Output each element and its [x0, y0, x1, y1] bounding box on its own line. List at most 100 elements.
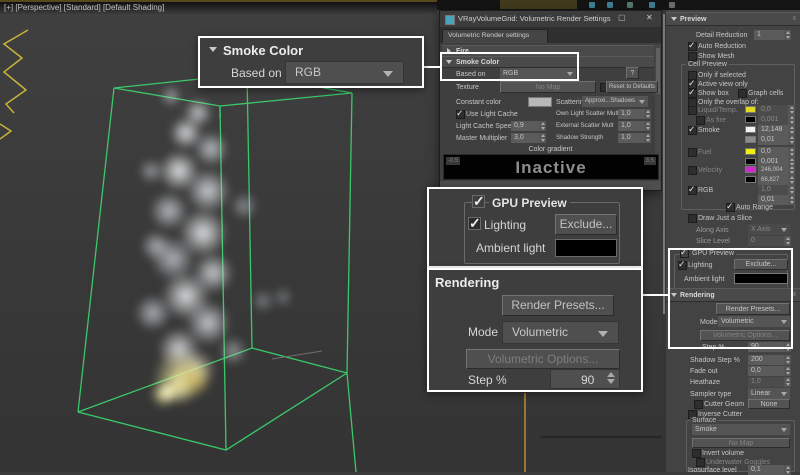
velocity-spinner-2[interactable] [788, 175, 795, 185]
light-cache-speedup-field[interactable]: 0,9 [511, 121, 539, 131]
reset-to-defaults-button[interactable]: Reset to Defaults [606, 81, 658, 93]
surface-no-map-button[interactable]: No Map [692, 438, 790, 448]
viewport-label[interactable]: [+] [Perspective] [Standard] [Default Sh… [4, 4, 164, 12]
rollout-preview[interactable]: Preview ≡ [666, 12, 800, 26]
rollout-rendering[interactable]: Rendering ≡ [666, 288, 800, 302]
color-gradient-bar[interactable]: -0.5 3.5 Inactive [443, 154, 659, 180]
constant-color-swatch[interactable] [528, 97, 552, 107]
sampler-type-dropdown[interactable]: Linear [748, 388, 790, 399]
external-scatter-spinner[interactable] [644, 121, 651, 131]
fuel-field[interactable]: 0,0 [758, 147, 788, 157]
shadow-strength-spinner[interactable] [644, 133, 651, 143]
help-button[interactable]: ? [626, 67, 639, 79]
light-cache-speedup-spinner[interactable] [539, 121, 546, 131]
rgb-spinner[interactable] [788, 185, 795, 195]
as-fire-swatch[interactable] [745, 116, 756, 123]
fuel-swatch-2[interactable] [745, 158, 756, 165]
own-light-scatter-field[interactable]: 1,0 [618, 109, 644, 119]
auto-range-checkbox[interactable] [726, 201, 735, 212]
toolbar-icon[interactable] [589, 2, 595, 8]
liquid-temp-checkbox[interactable] [688, 106, 697, 115]
panel-scrollbar-thumb[interactable] [663, 14, 665, 314]
texture-no-map-button[interactable]: No Map [500, 81, 596, 93]
slice-level-field[interactable]: 0 [748, 236, 784, 246]
scattering-dropdown[interactable]: Approxi...Shadows [582, 96, 648, 107]
exclude-button[interactable]: Exclude... [734, 259, 788, 270]
smoke-field[interactable]: 12,148 [758, 125, 788, 135]
step-callout-spinner[interactable] [607, 372, 615, 384]
smoke-spinner-2[interactable] [788, 135, 795, 145]
velocity-swatch[interactable] [745, 166, 756, 173]
isosurface-level-spinner[interactable] [784, 465, 791, 475]
rollout-smoke-color[interactable]: Smoke Color [442, 56, 654, 68]
shadow-step-spinner[interactable] [784, 355, 791, 365]
ambient-light-swatch[interactable] [734, 273, 788, 284]
master-multiplier-field[interactable]: 3,0 [511, 133, 539, 143]
velocity-swatch-2[interactable] [745, 176, 756, 183]
underwater-goggles-checkbox[interactable] [696, 458, 705, 467]
toolbar-icon[interactable] [627, 2, 633, 8]
rgb-checkbox[interactable] [688, 184, 697, 195]
heathaze-spinner[interactable] [784, 377, 791, 387]
close-icon[interactable]: ✕ [646, 14, 653, 22]
along-axis-dropdown[interactable]: X Axis [748, 224, 790, 235]
surface-dropdown[interactable]: Smoke [692, 424, 790, 435]
velocity-field[interactable]: 246,004 [758, 165, 788, 175]
heathaze-field[interactable]: 1,0 [748, 377, 784, 387]
detail-reduction-field[interactable]: 1 [754, 30, 784, 40]
exclude-callout-button[interactable]: Exclude... [555, 214, 617, 235]
cutter-geom-checkbox[interactable] [694, 400, 703, 409]
velocity-spinner[interactable] [788, 165, 795, 175]
own-light-scatter-spinner[interactable] [644, 109, 651, 119]
fuel-checkbox[interactable] [688, 148, 697, 157]
toolbar-icon[interactable] [607, 2, 613, 8]
mode-callout-dropdown[interactable]: Volumetric [502, 321, 619, 344]
smoke-swatch[interactable] [745, 126, 756, 133]
shadow-step-field[interactable]: 200 [748, 355, 784, 365]
shadow-strength-field[interactable]: 1,0 [618, 133, 644, 143]
volumetric-options-button[interactable]: Volumetric Options... [700, 330, 790, 341]
rgb-spinner-2[interactable] [788, 195, 795, 205]
master-multiplier-spinner[interactable] [539, 133, 546, 143]
as-fire-spinner[interactable] [788, 115, 795, 125]
fuel-swatch[interactable] [745, 148, 756, 155]
rgb-field[interactable]: 1,0 [758, 185, 788, 195]
step-spinner[interactable] [784, 342, 791, 352]
toolbar-icon[interactable] [669, 2, 675, 8]
rollout-menu-icon[interactable]: ≡ [792, 292, 796, 298]
invert-volume-checkbox[interactable] [692, 449, 701, 458]
show-mesh-checkbox[interactable] [688, 52, 697, 61]
rollout-menu-icon[interactable]: ≡ [792, 16, 796, 22]
liquid-temp-spinner[interactable] [788, 105, 795, 115]
graph-cells-checkbox[interactable] [738, 89, 747, 98]
maximize-icon[interactable]: ▢ [618, 14, 626, 22]
based-on-dropdown[interactable]: RGB [500, 68, 576, 79]
lighting-callout-checkbox[interactable] [468, 215, 481, 232]
detail-reduction-spinner[interactable] [784, 30, 791, 40]
velocity-checkbox[interactable] [688, 166, 697, 175]
dialog-titlebar[interactable]: VRayVolumeGrid: Volumetric Render Settin… [440, 11, 661, 28]
render-presets-button[interactable]: Render Presets... [716, 303, 790, 315]
step-callout-field[interactable]: 90 [550, 369, 620, 389]
volumetric-options-callout-button[interactable]: Volumetric Options... [466, 349, 620, 369]
use-light-cache-checkbox[interactable] [456, 108, 465, 119]
as-fire-field[interactable]: 0,001 [758, 115, 788, 125]
step-field[interactable]: 90 [748, 342, 784, 352]
show-box-checkbox[interactable] [688, 87, 697, 98]
render-presets-callout-button[interactable]: Render Presets... [502, 295, 614, 316]
fade-out-field[interactable]: 0,0 [748, 366, 784, 376]
liquid-temp-field[interactable]: 0,0 [758, 105, 788, 115]
fade-out-spinner[interactable] [784, 366, 791, 376]
auto-reduction-checkbox[interactable] [688, 40, 697, 51]
smoke-checkbox[interactable] [688, 124, 697, 135]
ambient-light-callout-swatch[interactable] [555, 239, 617, 257]
lighting-checkbox[interactable] [678, 259, 687, 270]
isosurface-level-field[interactable]: 0,1 [748, 465, 784, 475]
mode-dropdown[interactable]: Volumetric [718, 316, 790, 327]
gpu-preview-callout-checkbox[interactable] [472, 193, 485, 210]
minimize-icon[interactable]: – [588, 14, 593, 23]
smoke-field-2[interactable]: 0,01 [758, 135, 788, 145]
draw-slice-checkbox[interactable] [688, 214, 697, 223]
tab-volumetric-render-settings[interactable]: Volumetric Render settings [442, 29, 548, 43]
toolbar-icon[interactable] [649, 2, 655, 8]
